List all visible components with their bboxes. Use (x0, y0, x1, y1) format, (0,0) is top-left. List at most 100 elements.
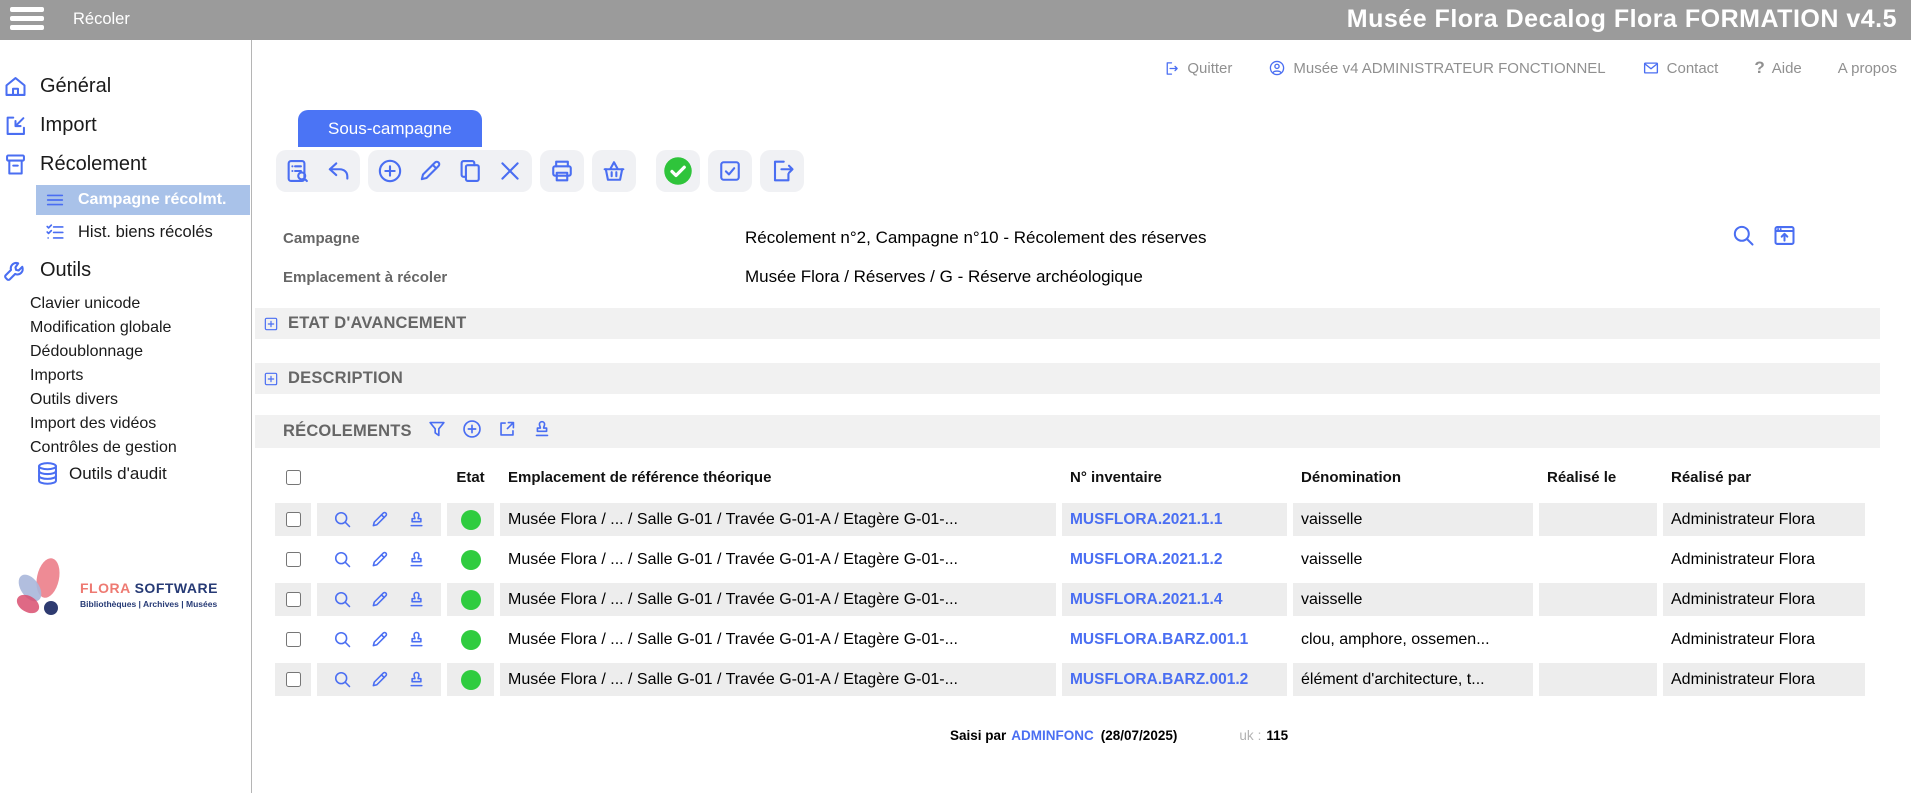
stamp-icon[interactable] (406, 669, 427, 690)
select-button[interactable] (715, 156, 745, 186)
view-icon[interactable] (332, 509, 353, 530)
stamp-icon[interactable] (531, 418, 553, 445)
status-dot-green (461, 510, 481, 530)
edit-button[interactable] (415, 156, 445, 186)
inventaire-link[interactable]: MUSFLORA.2021.1.2 (1070, 551, 1222, 569)
topbar: Récoler Musée Flora Decalog Flora FORMAT… (0, 0, 1911, 40)
logo-brand-secondary: SOFTWARE (135, 580, 218, 596)
row-checkbox[interactable] (286, 512, 301, 527)
toolbar-group-search (276, 150, 360, 192)
realise-par-cell: Administrateur Flora (1671, 511, 1815, 529)
inventaire-link[interactable]: MUSFLORA.BARZ.001.2 (1070, 671, 1248, 689)
hamburger-menu-icon[interactable] (10, 7, 46, 33)
logo-tagline: Bibliothèques | Archives | Musées (80, 599, 218, 609)
sidebar-item-clavier-unicode[interactable]: Clavier unicode (30, 295, 140, 313)
view-icon[interactable] (332, 589, 353, 610)
print-button[interactable] (547, 156, 577, 186)
inventaire-link[interactable]: MUSFLORA.2021.1.1 (1070, 511, 1222, 529)
view-icon[interactable] (332, 629, 353, 650)
section-recolements: RÉCOLEMENTS (255, 415, 1880, 448)
sidebar-item-outils-divers[interactable]: Outils divers (30, 391, 118, 409)
emplacement-cell: Musée Flora / ... / Salle G-01 / Travée … (508, 591, 958, 609)
quitter-link[interactable]: Quitter (1163, 60, 1232, 77)
sidebar-item-recolement[interactable]: Récolement (0, 151, 147, 178)
table-row: Musée Flora / ... / Salle G-01 / Travée … (275, 583, 1865, 616)
campagne-open-window-button[interactable] (1771, 222, 1798, 254)
stamp-icon[interactable] (406, 589, 427, 610)
campagne-search-button[interactable] (1730, 222, 1757, 254)
view-icon[interactable] (332, 669, 353, 690)
delete-button[interactable] (495, 156, 525, 186)
user-menu[interactable]: Musée v4 ADMINISTRATEUR FONCTIONNEL (1268, 59, 1605, 77)
app-window: Récoler Musée Flora Decalog Flora FORMAT… (0, 0, 1911, 793)
archive-box-icon (0, 151, 30, 178)
realise-par-cell: Administrateur Flora (1671, 631, 1815, 649)
sidebar-item-dedoublonnage[interactable]: Dédoublonnage (30, 343, 143, 361)
stamp-icon[interactable] (406, 509, 427, 530)
undo-button[interactable] (323, 156, 353, 186)
open-external-icon[interactable] (496, 418, 518, 445)
stamp-icon[interactable] (406, 629, 427, 650)
edit-icon[interactable] (369, 549, 390, 570)
sidebar-item-hist-biens[interactable]: Hist. biens récolés (36, 221, 213, 243)
row-checkbox[interactable] (286, 632, 301, 647)
view-icon[interactable] (332, 549, 353, 570)
add-button[interactable] (375, 156, 405, 186)
col-denomination: Dénomination (1293, 461, 1533, 494)
edit-icon[interactable] (369, 589, 390, 610)
row-checkbox[interactable] (286, 672, 301, 687)
toolbar-group-select (708, 150, 752, 192)
tab-sous-campagne[interactable]: Sous-campagne (298, 110, 482, 147)
sidebar-item-outils-audit[interactable]: Outils d'audit (34, 460, 167, 487)
add-recolement-icon[interactable] (461, 418, 483, 445)
uk-value: 115 (1266, 728, 1288, 743)
export-button[interactable] (767, 156, 797, 186)
aide-link[interactable]: ? Aide (1754, 58, 1801, 78)
validate-button[interactable] (663, 156, 693, 186)
apropos-link[interactable]: A propos (1838, 60, 1897, 77)
section-etat-avancement[interactable]: ETAT D'AVANCEMENT (255, 308, 1880, 339)
sidebar-item-general[interactable]: Général (0, 73, 111, 100)
select-all-checkbox[interactable] (286, 470, 301, 485)
inventaire-link[interactable]: MUSFLORA.2021.1.4 (1070, 591, 1222, 609)
sidebar-item-import[interactable]: Import (0, 112, 97, 139)
sidebar: Général Import Récolement Campagne récol… (0, 40, 252, 793)
sidebar-item-import-videos[interactable]: Import des vidéos (30, 415, 156, 433)
sidebar-item-label: Outils (40, 259, 91, 282)
inventaire-link[interactable]: MUSFLORA.BARZ.001.1 (1070, 631, 1248, 649)
edit-icon[interactable] (369, 669, 390, 690)
sidebar-item-modification-globale[interactable]: Modification globale (30, 319, 171, 337)
sidebar-item-outils[interactable]: Outils (0, 256, 91, 284)
expand-plus-icon[interactable] (263, 371, 279, 387)
database-icon (34, 460, 61, 487)
realise-par-cell: Administrateur Flora (1671, 671, 1815, 689)
emplacement-cell: Musée Flora / ... / Salle G-01 / Travée … (508, 511, 958, 529)
sidebar-item-campagne-recolmt[interactable]: Campagne récolmt. (36, 185, 250, 215)
copy-button[interactable] (455, 156, 485, 186)
sidebar-item-controles-gestion[interactable]: Contrôles de gestion (30, 439, 177, 457)
contact-link[interactable]: Contact (1642, 59, 1719, 77)
filter-icon[interactable] (426, 418, 448, 445)
row-checkbox[interactable] (286, 592, 301, 607)
emplacement-label: Emplacement à récoler (283, 269, 447, 286)
edit-icon[interactable] (369, 629, 390, 650)
table-row: Musée Flora / ... / Salle G-01 / Travée … (275, 663, 1865, 696)
module-title: Récoler (73, 10, 130, 29)
saisi-par-user-link[interactable]: ADMINFONC (1011, 728, 1094, 743)
app-title: Musée Flora Decalog Flora FORMATION v4.5 (1347, 5, 1897, 34)
logo-brand-primary: FLORA (80, 580, 130, 596)
denomination-cell: vaisselle (1301, 551, 1362, 569)
row-checkbox[interactable] (286, 552, 301, 567)
section-description[interactable]: DESCRIPTION (255, 363, 1880, 394)
edit-icon[interactable] (369, 509, 390, 530)
toolbar-group-basket (592, 150, 636, 192)
checklist-icon (44, 221, 66, 243)
expand-plus-icon[interactable] (263, 316, 279, 332)
denomination-cell: vaisselle (1301, 511, 1362, 529)
section-title: ETAT D'AVANCEMENT (288, 314, 466, 333)
sidebar-item-imports[interactable]: Imports (30, 367, 83, 385)
list-search-button[interactable] (283, 156, 313, 186)
basket-button[interactable] (599, 156, 629, 186)
stamp-icon[interactable] (406, 549, 427, 570)
help-icon: ? (1754, 58, 1764, 78)
